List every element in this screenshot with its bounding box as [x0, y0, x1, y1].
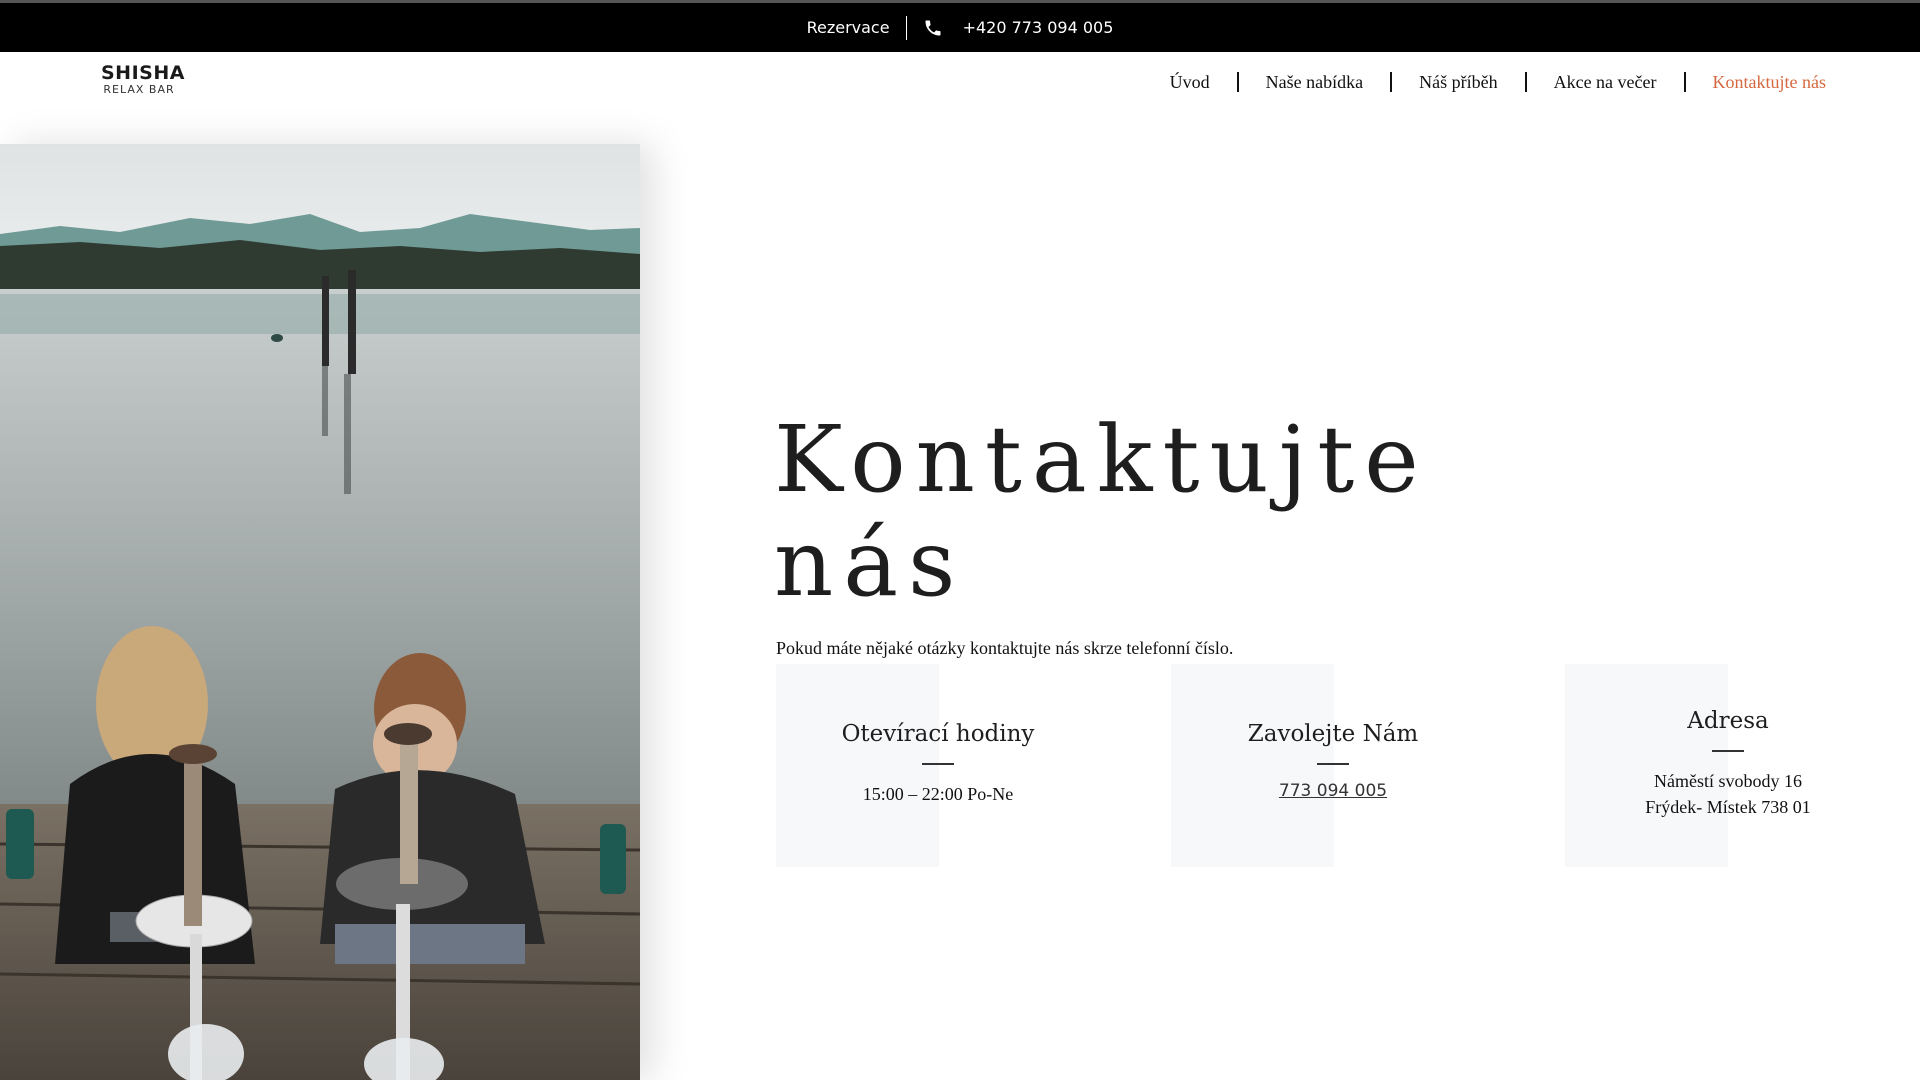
top-bar: Rezervace +420 773 094 005	[0, 0, 1920, 52]
top-bar-divider	[905, 15, 907, 40]
card-rule	[922, 763, 954, 765]
page-title-line2: nás	[774, 510, 966, 617]
nav-item-uvod[interactable]: Úvod	[1170, 72, 1210, 93]
nav-item-akce[interactable]: Akce na večer	[1554, 72, 1657, 93]
top-bar-phone[interactable]: +420 773 094 005	[963, 18, 1114, 37]
main-nav: Úvod Naše nabídka Náš příběh Akce na več…	[1170, 68, 1826, 96]
nav-item-pribeh[interactable]: Náš příběh	[1419, 72, 1497, 93]
opening-hours-card: Otevírací hodiny 15:00 – 22:00 Po-Ne	[838, 664, 1038, 807]
address-line1: Náměstí svobody 16	[1654, 771, 1802, 791]
address-line2: Frýdek- Místek 738 01	[1645, 797, 1811, 817]
address-title: Adresa	[1687, 708, 1769, 734]
lake-photo-illustration	[0, 144, 640, 1080]
card-rule	[1317, 763, 1349, 765]
call-us-title: Zavolejte Nám	[1247, 721, 1419, 747]
nav-item-kontakt[interactable]: Kontaktujte nás	[1713, 72, 1826, 93]
nav-divider	[1683, 72, 1686, 92]
page-title-line1: Kontaktujte	[774, 406, 1429, 513]
reservation-link[interactable]: Rezervace	[807, 18, 890, 37]
logo[interactable]: SHISHA RELAX BAR	[101, 62, 185, 102]
call-us-phone-link[interactable]: 773 094 005	[1279, 781, 1387, 801]
logo-main-text: SHISHA	[101, 62, 185, 84]
call-us-card: Zavolejte Nám 773 094 005	[1233, 664, 1433, 801]
logo-sub-text: RELAX BAR	[103, 83, 175, 96]
opening-hours-text: 15:00 – 22:00 Po-Ne	[862, 784, 1014, 804]
card-rule	[1712, 750, 1744, 752]
nav-divider	[1236, 72, 1239, 92]
phone-icon	[923, 18, 943, 38]
page-title: Kontaktujte nás	[774, 408, 1534, 616]
nav-divider	[1524, 72, 1527, 92]
opening-hours-title: Otevírací hodiny	[841, 721, 1035, 747]
site-header: SHISHA RELAX BAR Úvod Naše nabídka Náš p…	[0, 52, 1920, 112]
hero-photo	[0, 144, 640, 1080]
nav-item-nabidka[interactable]: Naše nabídka	[1266, 72, 1363, 93]
page-subtitle: Pokud máte nějaké otázky kontaktujte nás…	[776, 638, 1234, 658]
nav-divider	[1390, 72, 1393, 92]
address-card: Adresa Náměstí svobody 16 Frýdek- Místek…	[1628, 664, 1828, 820]
